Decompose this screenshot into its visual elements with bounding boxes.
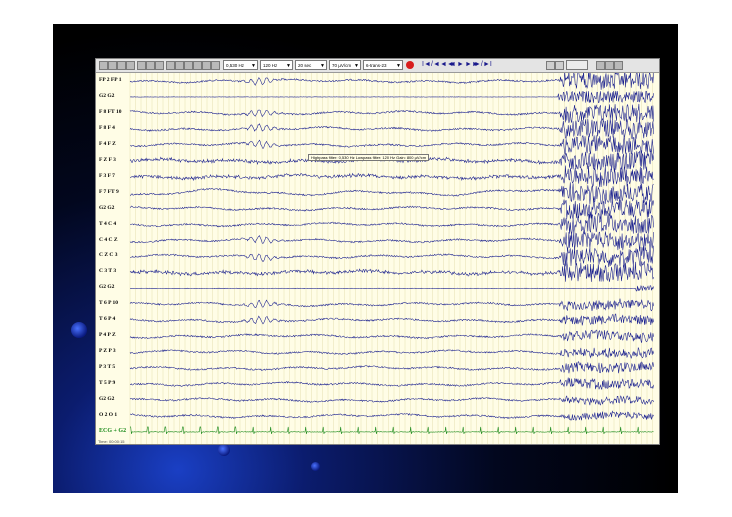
channel-label: T 5 P 9: [99, 380, 116, 387]
channel-label: T 6 P 10: [99, 300, 119, 307]
eeg-trace-area[interactable]: FP 2 FP 1 G2 G2 F 8 FT 10 F 8 F 4 F 4 F Z F Z…: [96, 73, 659, 444]
event-icon[interactable]: [555, 61, 564, 70]
eeg-channel-trace: [129, 134, 654, 155]
channel-label: P Z P 3: [99, 348, 116, 355]
eeg-channel-trace: [129, 285, 654, 292]
channel-label: C Z C 3: [99, 252, 118, 259]
stop-icon[interactable]: [406, 61, 414, 69]
first-page-icon[interactable]: I◄: [422, 61, 431, 69]
eeg-channel-trace: [129, 298, 654, 312]
channel-label: F 8 F 4: [99, 124, 115, 131]
eeg-channel-trace: [129, 182, 654, 205]
save-icon[interactable]: [108, 61, 117, 70]
play-icon[interactable]: ►: [457, 61, 464, 69]
channel-label: F 3 F 7: [99, 172, 115, 179]
help-icon[interactable]: [605, 61, 614, 70]
last-page-icon[interactable]: ►I: [483, 61, 492, 69]
channel-label: T 4 C 4: [99, 220, 117, 227]
filter-tooltip: Highpass filter: 0,530 Hz Lowpass filter…: [308, 154, 430, 161]
gain-select[interactable]: 70 µV/cm ▼: [329, 60, 361, 70]
marker-icon[interactable]: [546, 61, 555, 70]
channel-label: G2 G2: [99, 92, 115, 99]
channel-label: P 3 T 5: [99, 364, 116, 371]
globe-icon[interactable]: [175, 61, 184, 70]
lowpass-select[interactable]: 120 Hz ▼: [260, 60, 293, 70]
eeg-channel-trace: [129, 260, 654, 282]
eeg-channel-trace: [129, 346, 654, 359]
zoom-icon[interactable]: [596, 61, 605, 70]
paste-icon[interactable]: [155, 61, 164, 70]
eeg-channel-trace: [129, 329, 654, 343]
eeg-channel-trace: [129, 212, 654, 235]
channel-label: FP 2 FP 1: [99, 77, 122, 83]
undo-icon[interactable]: [211, 61, 220, 70]
page-back-icon[interactable]: /◄: [431, 61, 440, 69]
ecg-trace: [130, 426, 654, 435]
eeg-channel-trace: [129, 410, 654, 421]
open-icon[interactable]: [99, 61, 108, 70]
decorative-orb: [218, 444, 230, 456]
time-readout: Time: 00:00:15: [98, 439, 125, 444]
highpass-select[interactable]: 0,530 Hz ▼: [223, 60, 258, 70]
pen-icon[interactable]: [184, 61, 193, 70]
event-select[interactable]: [566, 60, 588, 70]
channel-label: ECG + G2: [99, 427, 127, 434]
eeg-channel-trace: [129, 395, 654, 406]
info-icon[interactable]: [614, 61, 623, 70]
channel-label: F 7 FT 9: [99, 188, 119, 195]
montage-select[interactable]: 6-trans-23 ▼: [363, 60, 403, 70]
eeg-channel-trace: [129, 361, 654, 374]
timebase-select[interactable]: 20 sec ▼: [295, 60, 327, 70]
toolbar: 0,530 Hz ▼ 120 Hz ▼ 20 sec ▼ 70 µV/cm ▼ 6-tr…: [96, 59, 659, 73]
grid-icon[interactable]: [202, 61, 211, 70]
eeg-channel-trace: [129, 377, 654, 390]
eeg-viewer-window: 0,530 Hz ▼ 120 Hz ▼ 20 sec ▼ 70 µV/cm ▼ 6-tr…: [96, 59, 659, 444]
channel-label: C 4 C Z: [99, 236, 118, 243]
channel-label: T 6 P 4: [99, 316, 116, 323]
eeg-channel-trace: [129, 313, 654, 326]
channel-label: F Z F 3: [99, 156, 116, 163]
eeg-channel-trace: [129, 165, 654, 188]
channel-label: F 8 FT 10: [99, 108, 122, 115]
eeg-channel-trace: [129, 103, 654, 124]
eeg-channel-trace: [129, 199, 654, 220]
channel-label: O 2 O 1: [99, 411, 118, 418]
eeg-channel-trace: [129, 118, 654, 140]
eeg-traces: [129, 73, 654, 444]
decorative-orb: [311, 462, 320, 471]
cut-icon[interactable]: [137, 61, 146, 70]
channel-label: F 4 F Z: [99, 140, 116, 147]
eeg-channel-trace: [129, 73, 654, 90]
eeg-channel-trace: [129, 231, 654, 252]
page-forward-icon[interactable]: ►/: [474, 61, 483, 69]
preview-icon[interactable]: [126, 61, 135, 70]
channel-label: G2 G2: [99, 204, 115, 211]
eeg-channel-trace: [129, 90, 654, 103]
copy-icon[interactable]: [146, 61, 155, 70]
tool-icon[interactable]: [193, 61, 202, 70]
print-icon[interactable]: [117, 61, 126, 70]
eeg-channel-trace: [129, 245, 654, 268]
decorative-orb: [71, 322, 87, 338]
channel-label: C 3 T 3: [99, 268, 117, 275]
channel-label: G2 G2: [99, 284, 115, 291]
settings-icon[interactable]: [166, 61, 175, 70]
channel-label: G2 G2: [99, 396, 115, 402]
channel-label: P 4 P Z: [99, 332, 116, 339]
step-back-icon[interactable]: ◄: [449, 61, 456, 69]
